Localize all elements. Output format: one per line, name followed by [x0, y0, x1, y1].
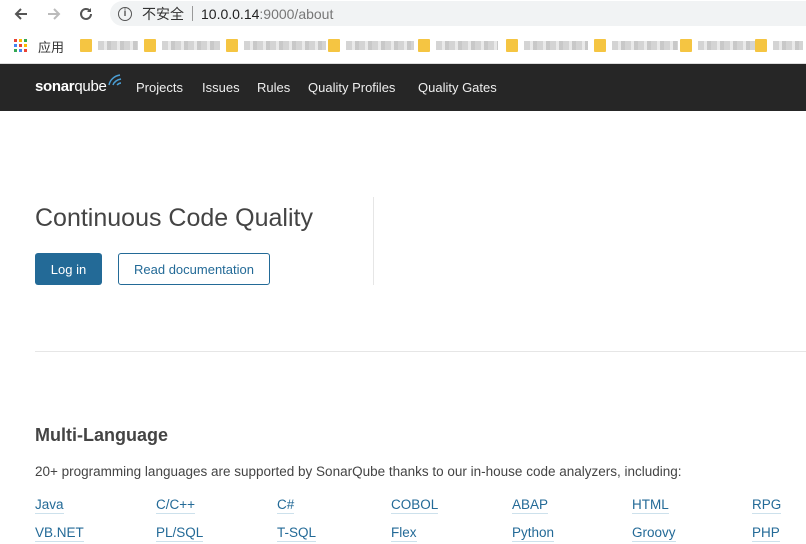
sonarqube-logo[interactable]: sonar qube: [35, 74, 122, 95]
url-path: :9000/about: [259, 5, 334, 22]
bookmark-folder[interactable]: [506, 37, 588, 53]
bookmark-folder[interactable]: [755, 37, 803, 53]
folder-icon: [144, 38, 156, 52]
nav-issues[interactable]: Issues: [202, 80, 240, 95]
language-link-html[interactable]: HTML: [632, 497, 669, 514]
folder-icon: [226, 38, 238, 52]
language-link-rpg[interactable]: RPG: [752, 497, 782, 514]
multi-language-description: 20+ programming languages are supported …: [35, 464, 682, 479]
forward-arrow-icon[interactable]: [43, 3, 65, 25]
language-link-cpp[interactable]: C/C++: [156, 497, 196, 514]
nav-projects[interactable]: Projects: [136, 80, 183, 95]
multi-language-heading: Multi-Language: [35, 425, 168, 445]
language-link-groovy[interactable]: Groovy: [632, 525, 676, 542]
logo-sonar-text: sonar: [35, 78, 75, 95]
bookmark-folder[interactable]: [418, 37, 498, 53]
bookmark-folder[interactable]: [226, 37, 326, 53]
bookmark-folder[interactable]: [328, 37, 414, 53]
folder-icon: [506, 38, 518, 52]
language-link-plsql[interactable]: PL/SQL: [156, 525, 204, 542]
language-link-php[interactable]: PHP: [752, 525, 780, 542]
bookmark-folder[interactable]: [144, 37, 220, 53]
folder-icon: [594, 38, 606, 52]
read-documentation-button[interactable]: Read documentation: [118, 253, 270, 285]
language-link-tsql[interactable]: T-SQL: [277, 525, 317, 542]
bookmark-folder[interactable]: [594, 37, 678, 53]
logo-qube-text: qube: [74, 78, 107, 95]
section-divider: [35, 351, 806, 352]
folder-icon: [418, 38, 430, 52]
nav-quality-profiles[interactable]: Quality Profiles: [308, 80, 395, 95]
nav-rules[interactable]: Rules: [257, 80, 290, 95]
language-link-python[interactable]: Python: [512, 525, 555, 542]
folder-icon: [328, 38, 340, 52]
bookmark-folder[interactable]: [680, 37, 758, 53]
folder-icon: [680, 38, 692, 52]
insecure-label: 不安全: [142, 5, 184, 22]
apps-bookmark-label[interactable]: 应用: [38, 37, 64, 56]
language-link-vbnet[interactable]: VB.NET: [35, 525, 84, 542]
apps-grid-icon[interactable]: [14, 39, 27, 52]
sonar-waves-icon: [107, 74, 121, 86]
reload-icon[interactable]: [75, 3, 97, 25]
bookmark-folder[interactable]: [80, 37, 138, 53]
browser-toolbar: i 不安全 10.0.0.14:9000/about: [0, 0, 806, 28]
language-link-flex[interactable]: Flex: [391, 525, 417, 542]
back-arrow-icon[interactable]: [10, 3, 32, 25]
url-host: 10.0.0.14: [201, 5, 260, 22]
hero-divider: [373, 197, 374, 285]
address-bar[interactable]: i 不安全 10.0.0.14:9000/about: [110, 1, 806, 26]
nav-quality-gates[interactable]: Quality Gates: [418, 80, 497, 95]
language-link-csharp[interactable]: C#: [277, 497, 295, 514]
info-icon[interactable]: i: [118, 6, 132, 21]
language-link-abap[interactable]: ABAP: [512, 497, 549, 514]
language-link-java[interactable]: Java: [35, 497, 64, 514]
folder-icon: [755, 38, 767, 52]
language-link-cobol[interactable]: COBOL: [391, 497, 439, 514]
address-separator: [192, 6, 193, 21]
login-button[interactable]: Log in: [35, 253, 102, 285]
folder-icon: [80, 38, 92, 52]
page-title: Continuous Code Quality: [35, 204, 313, 232]
